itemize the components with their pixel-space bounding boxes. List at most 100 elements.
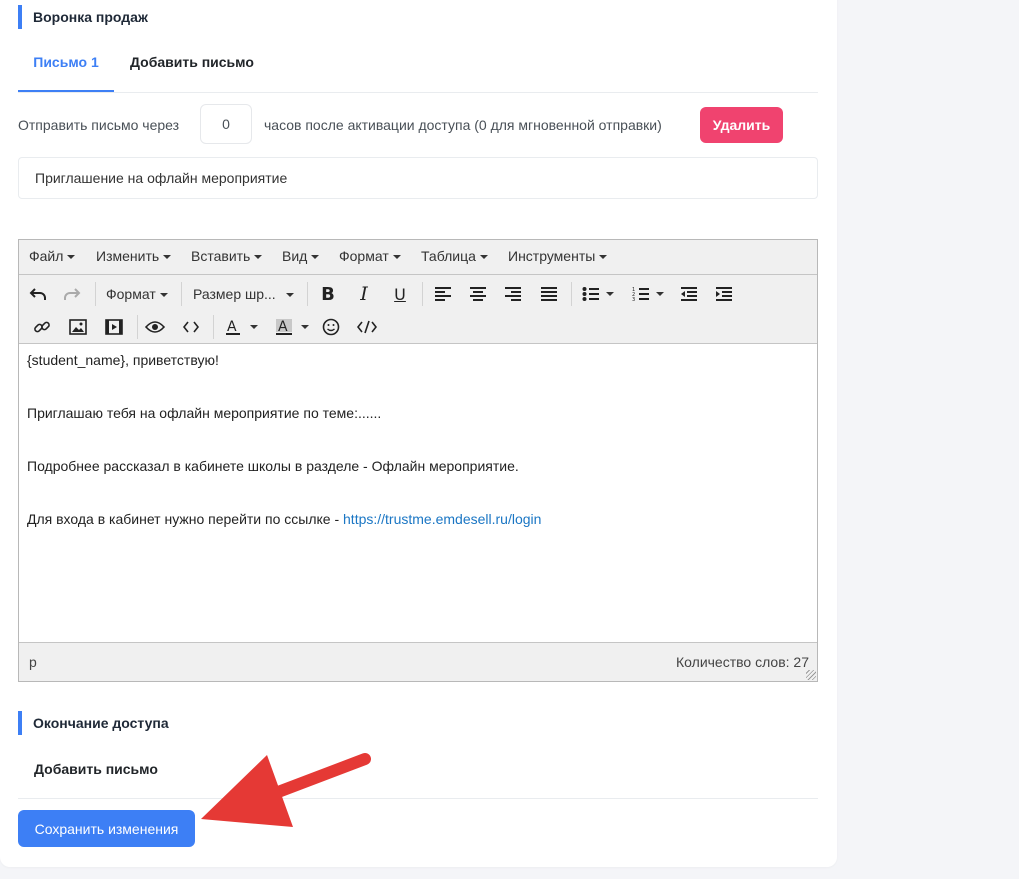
link-icon <box>34 321 50 333</box>
menu-table[interactable]: Таблица <box>421 240 488 274</box>
resize-handle-icon[interactable] <box>806 670 816 680</box>
numbered-list-icon: 123 <box>632 287 649 302</box>
toolbar-divider <box>571 282 572 306</box>
toolbar-divider <box>422 282 423 306</box>
editor-statusbar: p Количество слов: 27 <box>19 642 817 681</box>
editor-content[interactable]: {student_name}, приветствую! Приглашаю т… <box>19 343 817 643</box>
access-end-section-title: Окончание доступа <box>18 711 169 735</box>
align-justify-icon <box>541 287 557 301</box>
chevron-down-icon <box>254 255 263 260</box>
menu-insert[interactable]: Вставить <box>191 240 263 274</box>
code-sample-button[interactable] <box>353 313 381 341</box>
source-code-button[interactable] <box>177 313 205 341</box>
menu-format[interactable]: Формат <box>339 240 401 274</box>
menu-view[interactable]: Вид <box>282 240 320 274</box>
login-link[interactable]: https://trustme.emdesell.ru/login <box>343 511 541 527</box>
align-center-button[interactable] <box>464 280 492 308</box>
numbered-list-button[interactable]: 123 <box>627 280 669 308</box>
underline-button[interactable]: U <box>386 280 414 308</box>
save-changes-button[interactable]: Сохранить изменения <box>18 810 195 847</box>
chevron-down-icon <box>250 325 258 329</box>
content-greeting: {student_name}, приветствую! <box>27 352 219 368</box>
content-login-line: Для входа в кабинет нужно перейти по ссы… <box>27 510 809 563</box>
code-sample-icon <box>357 320 377 334</box>
send-delay-input[interactable] <box>200 104 252 144</box>
menu-tools[interactable]: Инструменты <box>508 240 608 274</box>
rich-text-editor: Файл Изменить Вставить Вид Формат Таблиц… <box>18 239 818 682</box>
element-path[interactable]: p <box>29 643 37 681</box>
media-icon <box>105 319 123 335</box>
insert-link-button[interactable] <box>28 313 56 341</box>
code-icon <box>183 321 199 333</box>
funnel-section-title: Воронка продаж <box>18 5 148 29</box>
subject-input[interactable] <box>18 157 818 199</box>
chevron-down-icon <box>599 255 608 260</box>
toolbar-divider <box>307 282 308 306</box>
chevron-down-icon <box>479 255 488 260</box>
emoticons-button[interactable] <box>317 313 345 341</box>
chevron-down-icon <box>285 293 294 298</box>
image-icon <box>69 319 87 335</box>
content-invitation: Приглашаю тебя на офлайн мероприятие по … <box>27 405 382 421</box>
align-right-icon <box>505 287 521 301</box>
bullet-list-button[interactable] <box>577 280 619 308</box>
word-count: Количество слов: 27 <box>676 654 809 670</box>
tab-add-letter[interactable]: Добавить письмо <box>130 42 254 90</box>
align-left-icon <box>435 287 451 301</box>
bold-button[interactable]: B <box>314 280 342 308</box>
chevron-down-icon <box>67 255 76 260</box>
menu-file[interactable]: Файл <box>29 240 76 274</box>
redo-button[interactable] <box>58 280 86 308</box>
chevron-down-icon <box>656 292 664 296</box>
bullet-list-icon <box>582 287 599 301</box>
svg-text:3: 3 <box>632 297 635 302</box>
italic-button[interactable]: I <box>350 280 378 308</box>
indent-icon <box>716 287 732 301</box>
font-size-dropdown[interactable]: Размер шр... <box>193 280 294 308</box>
insert-image-button[interactable] <box>64 313 92 341</box>
content-login-text: Для входа в кабинет нужно перейти по ссы… <box>27 511 344 527</box>
undo-icon <box>29 288 46 300</box>
chevron-down-icon <box>392 255 401 260</box>
chevron-down-icon <box>159 293 168 298</box>
add-letter-button[interactable]: Добавить письмо <box>34 760 158 778</box>
smiley-icon <box>322 318 340 336</box>
align-right-button[interactable] <box>499 280 527 308</box>
text-color-button[interactable]: A <box>219 313 263 341</box>
outdent-button[interactable] <box>675 280 703 308</box>
highlight-color-icon: A <box>276 319 292 335</box>
align-justify-button[interactable] <box>535 280 563 308</box>
chevron-down-icon <box>301 325 309 329</box>
underline-icon: U <box>394 284 406 304</box>
toolbar-divider <box>181 282 182 306</box>
insert-media-button[interactable] <box>100 313 128 341</box>
send-delay-suffix: часов после активации доступа (0 для мгн… <box>264 117 662 133</box>
undo-button[interactable] <box>24 280 52 308</box>
toolbar-divider <box>213 315 214 339</box>
divider <box>18 798 818 799</box>
letter-tabs: Письмо 1 Добавить письмо <box>18 42 818 93</box>
outdent-icon <box>681 287 697 301</box>
redo-icon <box>64 288 81 300</box>
format-dropdown[interactable]: Формат <box>106 280 168 308</box>
annotation-arrow-icon <box>201 753 371 827</box>
editor-menubar: Файл Изменить Вставить Вид Формат Таблиц… <box>19 240 817 275</box>
eye-icon <box>145 321 165 333</box>
content-details: Подробнее рассказал в кабинете школы в р… <box>27 458 519 474</box>
background-color-button[interactable]: A <box>270 313 314 341</box>
preview-button[interactable] <box>141 313 169 341</box>
svg-text:A: A <box>278 319 288 335</box>
send-delay-prefix: Отправить письмо через <box>18 117 180 133</box>
menu-edit[interactable]: Изменить <box>96 240 172 274</box>
indent-button[interactable] <box>710 280 738 308</box>
bold-icon: B <box>321 283 335 305</box>
chevron-down-icon <box>163 255 172 260</box>
svg-text:A: A <box>227 319 237 335</box>
delete-letter-button[interactable]: Удалить <box>700 107 783 143</box>
align-left-button[interactable] <box>429 280 457 308</box>
tab-letter-1[interactable]: Письмо 1 <box>18 42 114 92</box>
toolbar-divider <box>95 282 96 306</box>
chevron-down-icon <box>311 255 320 260</box>
editor-toolbar: Формат Размер шр... B I U 123 A A <box>19 275 817 344</box>
text-color-icon: A <box>226 319 240 335</box>
